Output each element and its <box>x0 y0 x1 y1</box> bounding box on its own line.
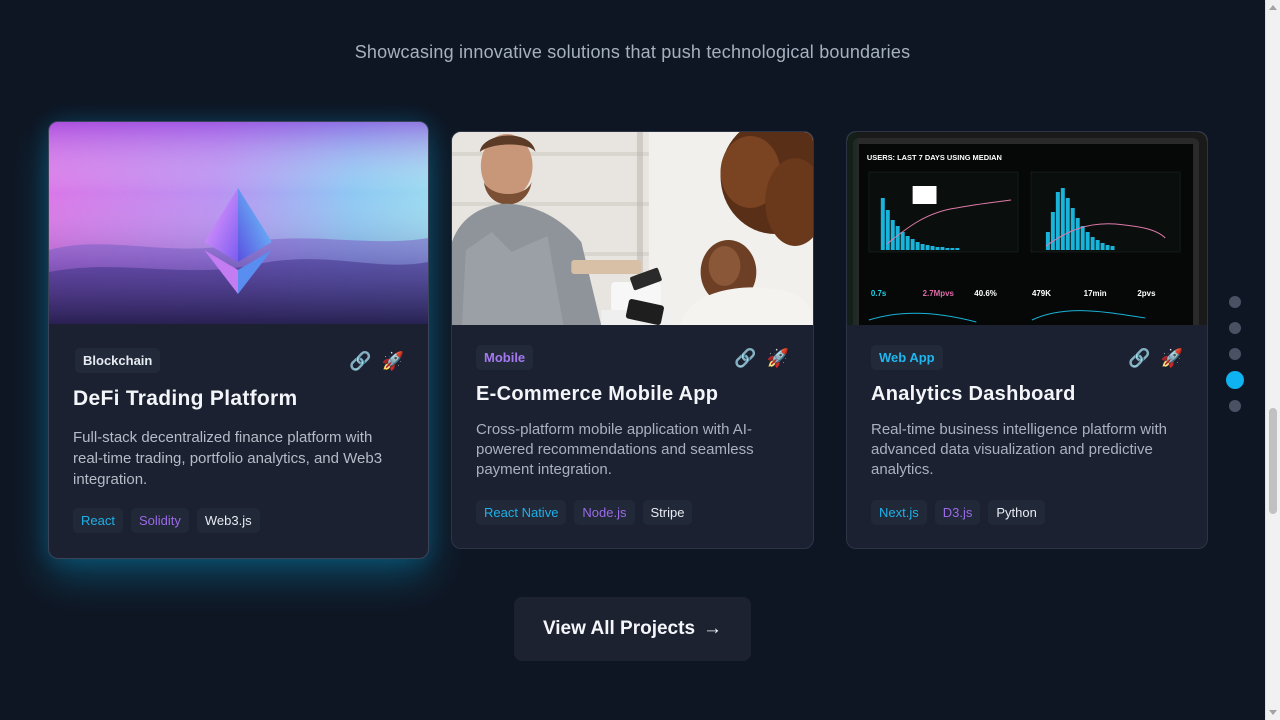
project-title: Analytics Dashboard <box>871 383 1076 405</box>
pagination-dot[interactable] <box>1229 348 1241 360</box>
tech-tag: Solidity <box>130 508 189 533</box>
project-description: Real-time business intelligence platform… <box>871 421 1167 478</box>
arrow-right-icon: → <box>703 618 723 639</box>
page-scrollbar[interactable] <box>1265 0 1280 720</box>
project-description: Cross-platform mobile application with A… <box>476 421 754 478</box>
dashboard-metric: 0.7s <box>871 289 887 298</box>
dashboard-metric: 2.7Mpvs <box>923 289 955 298</box>
project-card-defi[interactable]: Blockchain 🔗 🚀 DeFi Trading Platform Ful… <box>48 121 429 559</box>
dashboard-metric: 40.6% <box>974 289 997 298</box>
tech-tag: Next.js <box>871 500 927 525</box>
scroll-down-arrow-icon[interactable] <box>1269 710 1277 715</box>
tech-tag: React Native <box>476 500 567 525</box>
tech-tag: React <box>73 508 123 533</box>
pagination-dot-active[interactable] <box>1226 371 1244 389</box>
dashboard-screen-header: USERS: LAST 7 DAYS USING MEDIAN <box>867 153 1002 162</box>
tech-tag: Node.js <box>574 500 635 525</box>
scroll-up-arrow-icon[interactable] <box>1269 5 1277 10</box>
project-description: Full-stack decentralized finance platfor… <box>73 429 383 488</box>
category-badge: Web App <box>871 345 943 370</box>
project-image-store-checkout <box>452 132 813 325</box>
tech-tag: Web3.js <box>196 508 260 533</box>
section-pagination <box>1226 296 1244 412</box>
scrollbar-thumb[interactable] <box>1269 408 1277 514</box>
rocket-icon[interactable]: 🚀 <box>382 352 404 370</box>
link-icon[interactable]: 🔗 <box>1128 349 1150 367</box>
link-icon[interactable]: 🔗 <box>734 349 756 367</box>
tech-tag: D3.js <box>934 500 981 525</box>
dashboard-metric: 17min <box>1084 289 1107 298</box>
section-heading-fragment <box>700 0 740 8</box>
dashboard-metric: 479K <box>1032 289 1051 298</box>
section-subtitle: Showcasing innovative solutions that pus… <box>354 42 911 62</box>
project-image-ethereum <box>49 122 428 324</box>
link-icon[interactable]: 🔗 <box>349 352 371 370</box>
tech-tag: Python <box>988 500 1045 525</box>
pagination-dot[interactable] <box>1229 322 1241 334</box>
view-all-projects-label: View All Projects <box>542 618 696 639</box>
pagination-dot[interactable] <box>1229 400 1241 412</box>
category-badge: Blockchain <box>75 348 161 373</box>
project-card-ecommerce[interactable]: Mobile 🔗 🚀 E-Commerce Mobile App Cross-p… <box>451 131 814 549</box>
category-badge: Mobile <box>476 345 534 370</box>
pagination-dot[interactable] <box>1229 296 1241 308</box>
tech-tag: Stripe <box>642 500 693 525</box>
dashboard-metric: 2pvs <box>1137 289 1156 298</box>
project-title: DeFi Trading Platform <box>73 387 298 410</box>
project-card-analytics[interactable]: USERS: LAST 7 DAYS USING MEDIAN 0.7s 2.7… <box>846 131 1208 549</box>
project-title: E-Commerce Mobile App <box>476 383 719 405</box>
view-all-projects-button[interactable]: View All Projects → <box>514 597 751 661</box>
project-image-dashboard-laptop: USERS: LAST 7 DAYS USING MEDIAN 0.7s 2.7… <box>847 132 1207 325</box>
rocket-icon[interactable]: 🚀 <box>767 349 789 367</box>
rocket-icon[interactable]: 🚀 <box>1161 349 1183 367</box>
